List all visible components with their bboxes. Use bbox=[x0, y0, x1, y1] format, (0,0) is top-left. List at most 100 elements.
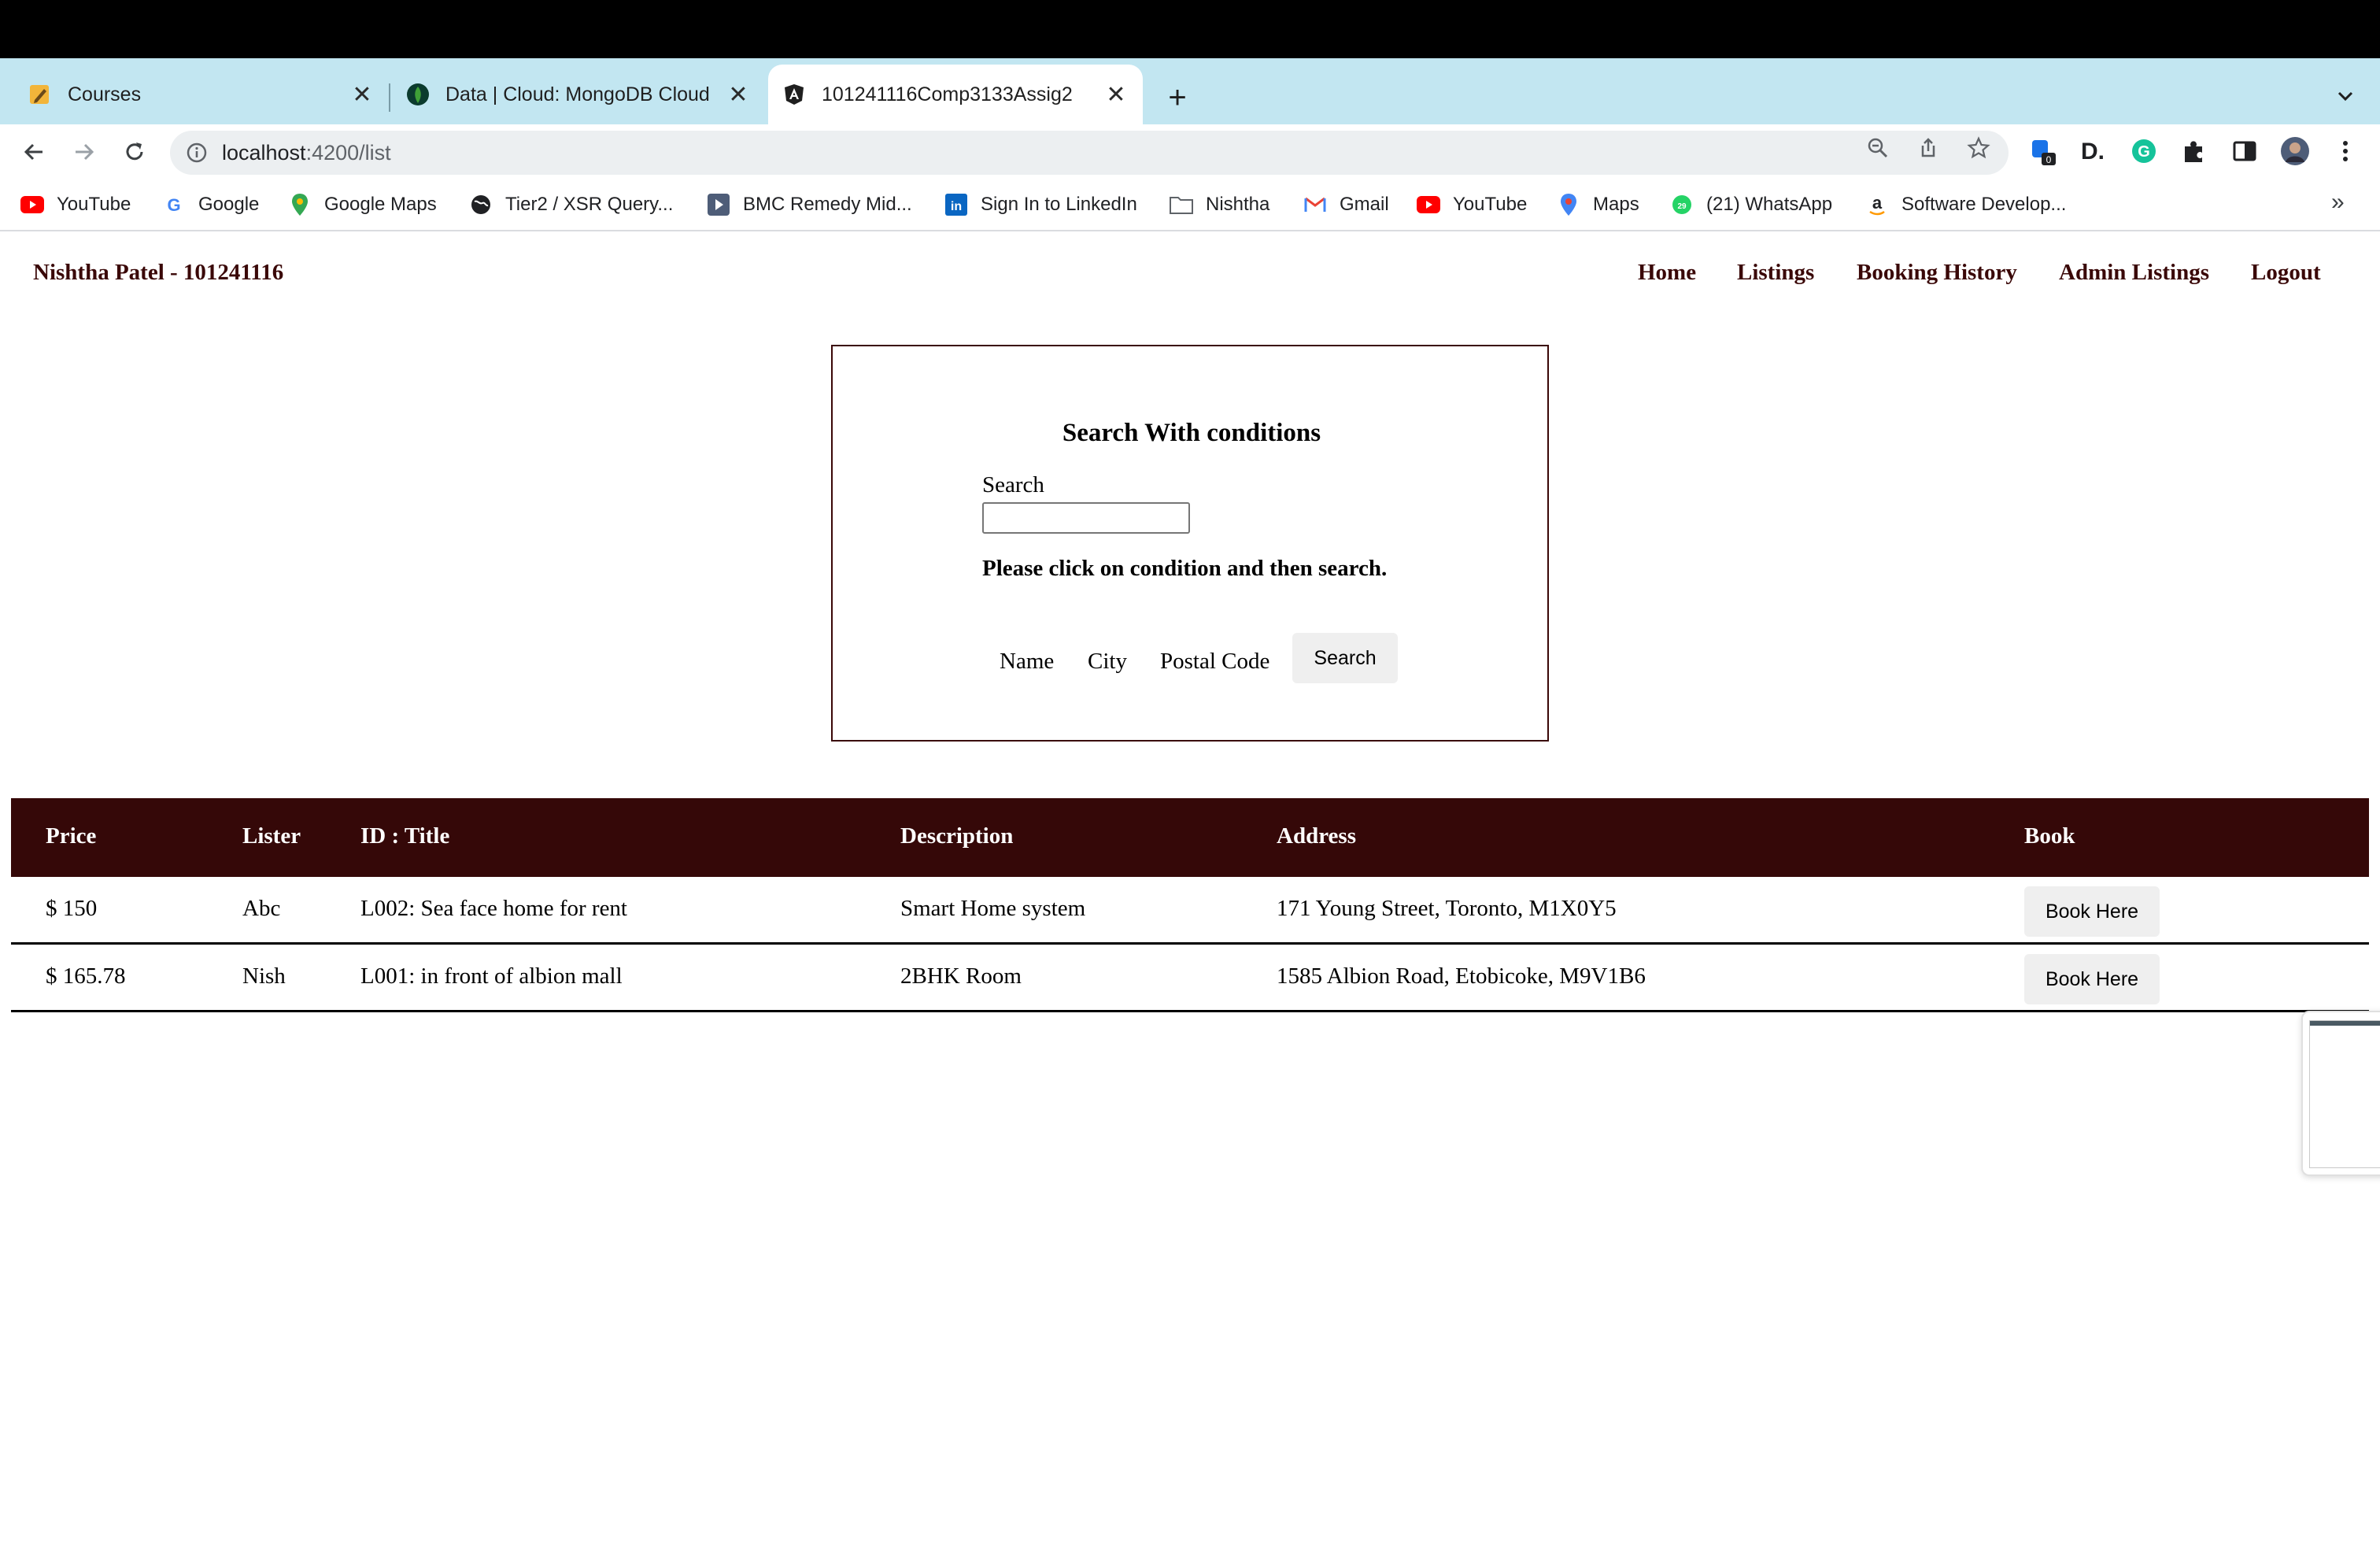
nav-booking-history[interactable]: Booking History bbox=[1857, 260, 2017, 286]
bookmark-gmail[interactable]: Gmail bbox=[1303, 190, 1389, 219]
book-here-button[interactable]: Book Here bbox=[2024, 954, 2160, 1004]
cell-price: $ 150 bbox=[46, 896, 98, 921]
info-icon[interactable] bbox=[186, 142, 208, 164]
angular-icon bbox=[782, 83, 806, 106]
cell-price: $ 165.78 bbox=[46, 963, 126, 989]
bookmarks-overflow-button[interactable]: » bbox=[2331, 189, 2345, 216]
bookmark-youtube-2[interactable]: YouTube bbox=[1417, 190, 1527, 219]
table-row: $ 165.78 Nish L001: in front of albion m… bbox=[11, 945, 2369, 1012]
bookmark-google-maps[interactable]: Google Maps bbox=[288, 190, 437, 219]
youtube-icon bbox=[1417, 193, 1440, 216]
close-icon[interactable]: ✕ bbox=[1100, 79, 1132, 110]
nav-home[interactable]: Home bbox=[1638, 260, 1696, 286]
address-bar[interactable]: localhost:4200/list bbox=[170, 131, 2009, 175]
bookmark-folder-nishtha[interactable]: Nishtha bbox=[1170, 190, 1269, 219]
tab-title: 101241116Comp3133Assig2 bbox=[822, 83, 1073, 105]
close-icon[interactable]: ✕ bbox=[722, 79, 754, 110]
bookmark-label: (21) WhatsApp bbox=[1706, 194, 1833, 215]
screenshot-thumbnail[interactable] bbox=[2301, 1011, 2380, 1176]
bookmark-label: Tier2 / XSR Query... bbox=[505, 194, 674, 215]
back-arrow-icon[interactable] bbox=[16, 134, 52, 170]
tab-courses[interactable]: Courses ✕ bbox=[0, 65, 389, 124]
browser-toolbar: localhost:4200/list 0 D. G bbox=[0, 124, 2380, 179]
search-input[interactable] bbox=[982, 502, 1190, 534]
extension-badge-icon[interactable]: 0 bbox=[2027, 135, 2059, 167]
svg-text:D.: D. bbox=[2081, 139, 2105, 165]
page-content: Nishtha Patel - 101241116 Home Listings … bbox=[0, 233, 2380, 1546]
gmail-icon bbox=[1303, 193, 1327, 216]
globe-icon bbox=[469, 193, 493, 216]
cell-lister: Abc bbox=[242, 896, 281, 921]
search-heading: Search With conditions bbox=[1062, 419, 1321, 447]
extension-badge-count: 0 bbox=[2046, 154, 2052, 165]
svg-text:G: G bbox=[167, 195, 180, 215]
bookmark-software-develop[interactable]: a Software Develop... bbox=[1865, 190, 2066, 219]
column-header-title: ID : Title bbox=[360, 823, 450, 849]
star-icon[interactable] bbox=[1966, 135, 1991, 161]
column-header-description: Description bbox=[900, 823, 1014, 849]
bookmark-label: Google bbox=[198, 194, 260, 215]
bookmark-maps[interactable]: Maps bbox=[1557, 190, 1639, 219]
condition-city[interactable]: City bbox=[1088, 649, 1127, 675]
table-header: Price Lister ID : Title Description Addr… bbox=[11, 798, 2369, 877]
folder-icon bbox=[1170, 193, 1193, 216]
bookmark-label: Nishtha bbox=[1206, 194, 1270, 215]
bookmark-linkedin[interactable]: in Sign In to LinkedIn bbox=[944, 190, 1137, 219]
youtube-icon bbox=[20, 193, 44, 216]
forward-arrow-icon[interactable] bbox=[66, 134, 102, 170]
url-host: localhost bbox=[222, 140, 306, 165]
bookmark-youtube[interactable]: YouTube bbox=[20, 190, 131, 219]
bookmark-label: Software Develop... bbox=[1901, 194, 2067, 215]
cell-title: L001: in front of albion mall bbox=[360, 963, 623, 989]
search-label: Search bbox=[982, 472, 1044, 497]
svg-text:a: a bbox=[1872, 194, 1883, 213]
tab-title: Courses bbox=[68, 83, 142, 105]
share-icon[interactable] bbox=[1916, 135, 1941, 161]
column-header-price: Price bbox=[46, 823, 97, 849]
chevron-down-icon[interactable] bbox=[2328, 79, 2363, 113]
svg-text:in: in bbox=[951, 200, 962, 213]
nav-logout[interactable]: Logout bbox=[2251, 260, 2321, 286]
menu-kebab-icon[interactable] bbox=[2330, 135, 2361, 167]
new-tab-icon[interactable]: + bbox=[1159, 79, 1196, 117]
url-text: localhost:4200/list bbox=[222, 141, 391, 165]
mongodb-leaf-icon bbox=[406, 83, 430, 106]
zoom-icon[interactable] bbox=[1865, 135, 1890, 161]
cell-lister: Nish bbox=[242, 963, 286, 989]
whatsapp-icon: 29 bbox=[1670, 193, 1694, 216]
bookmark-google[interactable]: G Google bbox=[162, 190, 259, 219]
screen-top-strip bbox=[0, 0, 2380, 58]
close-icon[interactable]: ✕ bbox=[346, 79, 378, 110]
puzzle-extensions-icon[interactable] bbox=[2179, 135, 2210, 167]
thumbnail-preview bbox=[2309, 1020, 2380, 1168]
search-button[interactable]: Search bbox=[1292, 633, 1398, 683]
reload-icon[interactable] bbox=[116, 134, 153, 170]
search-panel: Search With conditions Search Please cli… bbox=[831, 345, 1549, 742]
profile-avatar-icon[interactable] bbox=[2279, 135, 2311, 167]
grammarly-icon[interactable]: G bbox=[2128, 135, 2160, 167]
bookmark-label: YouTube bbox=[1453, 194, 1528, 215]
tab-assignment[interactable]: 101241116Comp3133Assig2 ✕ bbox=[768, 65, 1143, 124]
book-here-button[interactable]: Book Here bbox=[2024, 886, 2160, 937]
svg-text:29: 29 bbox=[1677, 202, 1687, 211]
bookmark-bmc[interactable]: BMC Remedy Mid... bbox=[707, 190, 912, 219]
column-header-book: Book bbox=[2024, 823, 2075, 849]
condition-postal-code[interactable]: Postal Code bbox=[1160, 649, 1269, 675]
side-panel-icon[interactable] bbox=[2229, 135, 2260, 167]
bookmarks-bar: YouTube G Google Google Maps Tier2 / XSR… bbox=[0, 179, 2380, 231]
tab-mongodb[interactable]: Data | Cloud: MongoDB Cloud ✕ bbox=[389, 65, 765, 124]
bookmark-label: Maps bbox=[1593, 194, 1639, 215]
cell-description: Smart Home system bbox=[900, 896, 1086, 921]
condition-name[interactable]: Name bbox=[1000, 649, 1054, 675]
thumbnail-bar bbox=[2310, 1021, 2380, 1026]
d-extension-icon[interactable]: D. bbox=[2078, 135, 2109, 167]
svg-text:G: G bbox=[2138, 143, 2150, 161]
cell-address: 171 Young Street, Toronto, M1X0Y5 bbox=[1277, 896, 1617, 921]
nav-listings[interactable]: Listings bbox=[1737, 260, 1814, 286]
bookmark-label: Sign In to LinkedIn bbox=[981, 194, 1137, 215]
amazon-icon: a bbox=[1865, 193, 1889, 216]
nav-admin-listings[interactable]: Admin Listings bbox=[2059, 260, 2209, 286]
bookmark-tier2[interactable]: Tier2 / XSR Query... bbox=[469, 190, 673, 219]
bookmark-whatsapp[interactable]: 29 (21) WhatsApp bbox=[1670, 190, 1832, 219]
table-row: $ 150 Abc L002: Sea face home for rent S… bbox=[11, 877, 2369, 945]
